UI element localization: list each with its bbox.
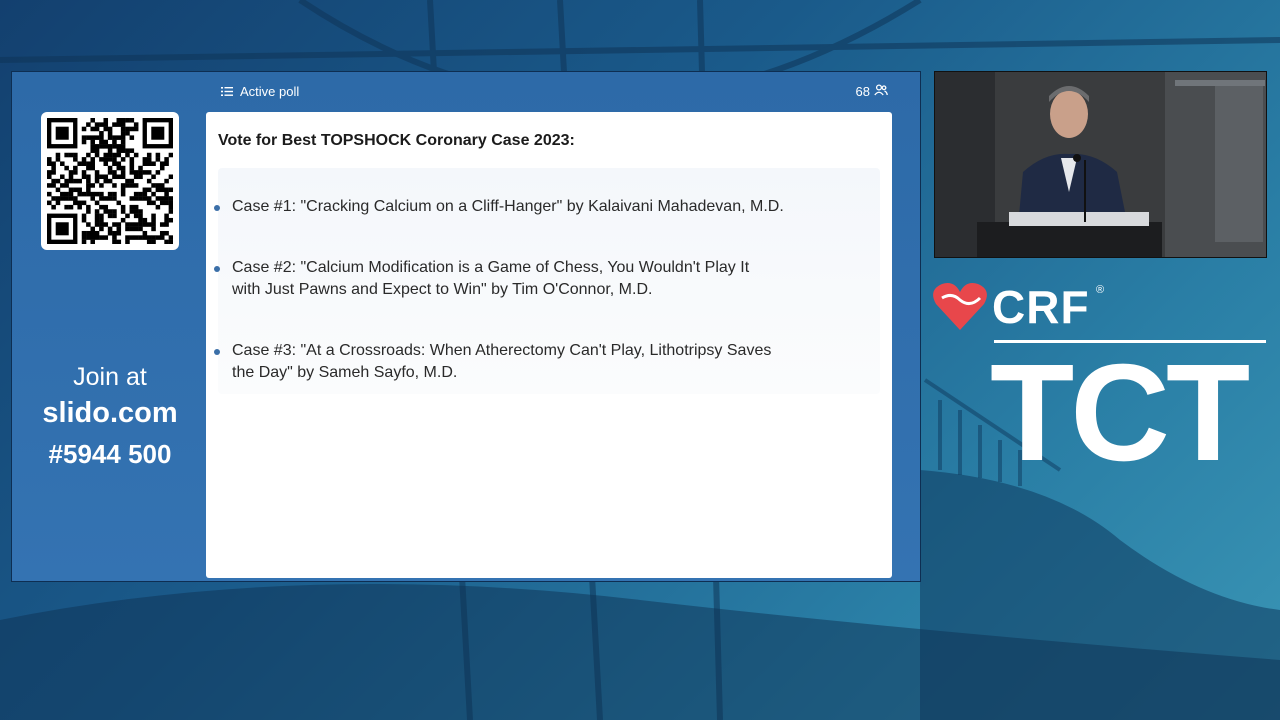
- join-site[interactable]: slido.com: [12, 392, 208, 434]
- crf-text: CRF: [992, 281, 1090, 333]
- poll-option[interactable]: Case #1: "Cracking Calcium on a Cliff-Ha…: [214, 196, 862, 218]
- poll-option-text: the Day" by Sameh Sayfo, M.D.: [232, 364, 458, 381]
- qr-code[interactable]: [41, 112, 179, 250]
- slido-panel: Join at slido.com #5944 500 Active poll …: [11, 71, 921, 582]
- participant-count-value: 68: [855, 84, 870, 99]
- poll-header: Active poll 68: [218, 83, 888, 101]
- registered-mark: ®: [1096, 284, 1105, 296]
- poll-card: Vote for Best TOPSHOCK Coronary Case 202…: [206, 112, 892, 578]
- poll-question: Vote for Best TOPSHOCK Coronary Case 202…: [218, 132, 575, 149]
- participant-count: 68: [856, 84, 888, 99]
- poll-option-text: Case #3: "At a Crossroads: When Atherect…: [232, 342, 772, 359]
- join-code: #5944 500: [48, 439, 172, 469]
- speaker-video: [934, 71, 1267, 258]
- people-icon: [874, 84, 888, 99]
- join-instructions: Join at slido.com #5944 500: [12, 362, 208, 474]
- bullet-icon: [214, 349, 220, 355]
- poll-option-text: Case #1: "Cracking Calcium on a Cliff-Ha…: [232, 198, 784, 215]
- poll-status-label: Active poll: [240, 84, 300, 99]
- poll-option[interactable]: Case #2: "Calcium Modification is a Game…: [214, 257, 862, 301]
- poll-option[interactable]: Case #3: "At a Crossroads: When Atherect…: [214, 340, 862, 384]
- list-icon: [221, 85, 233, 100]
- crf-heart-logo: [932, 280, 988, 337]
- bullet-icon: [214, 205, 220, 211]
- bullet-icon: [214, 266, 220, 272]
- crf-logo: CRF ®: [932, 280, 1272, 333]
- poll-option-text: Case #2: "Calcium Modification is a Game…: [232, 259, 750, 276]
- poll-option-text: with Just Pawns and Expect to Win" by Ti…: [232, 281, 653, 298]
- join-label: Join at: [73, 363, 147, 391]
- tct-logo-text: TCT: [990, 336, 1250, 490]
